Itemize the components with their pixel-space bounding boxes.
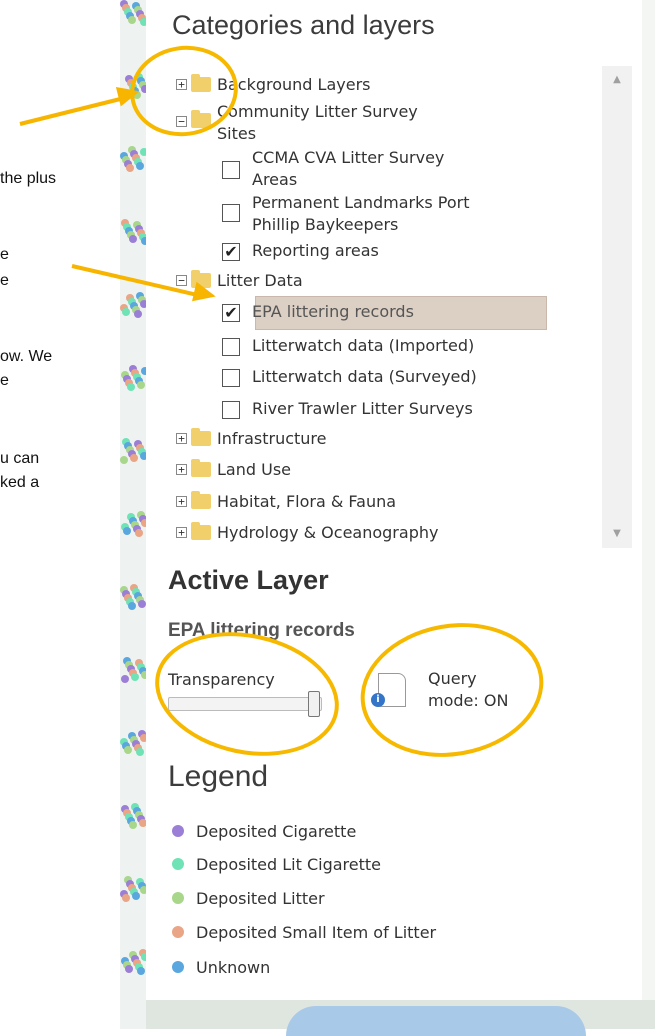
expand-plus-icon[interactable]: + <box>176 464 187 475</box>
expand-plus-icon[interactable]: + <box>176 433 187 444</box>
layer-label: Litterwatch data (Imported) <box>252 336 475 355</box>
water-body <box>286 1006 586 1036</box>
legend-heading: Legend <box>168 760 269 793</box>
map-canvas-left[interactable] <box>120 0 146 1029</box>
folder-icon <box>191 522 211 540</box>
tree-node-label: Hydrology & Oceanography <box>217 523 439 542</box>
map-point-marker <box>124 746 132 754</box>
instruction-text-fragment: the plus e e ow. We e u can ked a <box>0 0 122 1029</box>
tree-node-hydrology[interactable]: + Hydrology & Oceanography <box>176 522 438 544</box>
legend-label: Deposited Cigarette <box>196 821 357 841</box>
instruction-line: ked a <box>0 474 40 491</box>
tree-node-label: Infrastructure <box>217 429 327 448</box>
legend-item: Deposited Cigarette <box>172 819 356 843</box>
tree-node-habitat[interactable]: + Habitat, Flora & Fauna <box>176 491 396 513</box>
instruction-line: e <box>0 372 9 389</box>
map-point-marker <box>128 602 136 610</box>
layer-checkbox[interactable]: ✔ <box>222 243 240 261</box>
expand-plus-icon[interactable]: + <box>176 527 187 538</box>
scroll-down-arrow-icon[interactable]: ▼ <box>602 524 632 544</box>
map-point-marker <box>129 821 137 829</box>
expand-plus-icon[interactable]: + <box>176 496 187 507</box>
map-point-marker <box>122 894 130 902</box>
instruction-line: e <box>0 246 9 263</box>
layer-checkbox[interactable]: ✔ <box>222 304 240 322</box>
collapse-minus-icon[interactable]: − <box>176 275 187 286</box>
map-point-marker <box>135 529 143 537</box>
folder-icon <box>191 428 211 446</box>
layer-litterwatch-imported[interactable]: Litterwatch data (Imported) <box>222 335 474 357</box>
map-point-marker <box>126 164 134 172</box>
map-point-marker <box>120 456 128 464</box>
legend-label: Deposited Litter <box>196 888 325 908</box>
legend-swatch <box>172 858 184 870</box>
legend-item: Unknown <box>172 955 270 979</box>
tree-node-label: Litter Data <box>217 271 303 290</box>
layer-checkbox[interactable] <box>222 401 240 419</box>
instruction-line: ow. We <box>0 348 53 365</box>
map-canvas-bottom[interactable] <box>146 1000 655 1036</box>
tree-node-land-use[interactable]: + Land Use <box>176 459 291 481</box>
layer-checkbox[interactable] <box>222 338 240 356</box>
map-point-marker <box>136 162 144 170</box>
map-point-marker <box>128 16 136 24</box>
tree-node-label: Habitat, Flora & Fauna <box>217 492 397 511</box>
layer-label: EPA littering records <box>252 302 414 321</box>
legend-swatch <box>172 892 184 904</box>
map-point-marker <box>137 381 145 389</box>
map-point-marker <box>122 308 130 316</box>
legend-item: Deposited Litter <box>172 886 325 910</box>
tree-node-label: Land Use <box>217 460 291 479</box>
map-point-marker <box>131 673 139 681</box>
legend-swatch <box>172 825 184 837</box>
map-point-marker <box>129 235 137 243</box>
map-point-marker <box>127 383 135 391</box>
tree-node-label: Community Litter Survey Sites <box>217 102 418 143</box>
map-point-marker <box>123 527 131 535</box>
legend-item: Deposited Small Item of Litter <box>172 920 436 944</box>
layer-checkbox[interactable] <box>222 161 240 179</box>
tree-node-label: Background Layers <box>217 75 371 94</box>
active-layer-heading: Active Layer <box>168 565 329 595</box>
layer-label: CCMA CVA Litter Survey Areas <box>252 148 445 189</box>
instruction-line: the plus <box>0 170 57 187</box>
legend-item: Deposited Lit Cigarette <box>172 852 381 876</box>
layer-permanent-landmarks[interactable]: Permanent Landmarks Port Phillip Baykeep… <box>222 192 469 234</box>
folder-icon <box>191 459 211 477</box>
layer-river-trawler[interactable]: River Trawler Litter Surveys <box>222 398 473 420</box>
map-point-marker <box>134 310 142 318</box>
layer-ccma-cva[interactable]: CCMA CVA Litter Survey Areas <box>222 147 444 189</box>
layer-litterwatch-surveyed[interactable]: Litterwatch data (Surveyed) <box>222 366 477 388</box>
layer-reporting-areas[interactable]: ✔ Reporting areas <box>222 240 379 262</box>
map-point-marker <box>132 892 140 900</box>
folder-icon <box>191 491 211 509</box>
layer-checkbox[interactable] <box>222 369 240 387</box>
layer-checkbox[interactable] <box>222 204 240 222</box>
scroll-up-arrow-icon[interactable]: ▲ <box>602 70 632 90</box>
layer-label: River Trawler Litter Surveys <box>252 399 473 418</box>
legend-swatch <box>172 961 184 973</box>
map-point-marker <box>138 600 146 608</box>
tree-scrollbar[interactable]: ▲ ▼ <box>602 66 632 548</box>
tree-node-infrastructure[interactable]: + Infrastructure <box>176 428 326 450</box>
legend-label: Deposited Small Item of Litter <box>196 922 437 942</box>
map-point-marker <box>121 675 129 683</box>
map-point-marker <box>125 965 133 973</box>
layer-epa-littering[interactable]: ✔ EPA littering records <box>222 301 414 323</box>
legend-swatch <box>172 926 184 938</box>
legend-label: Unknown <box>196 957 271 977</box>
layer-label: Litterwatch data (Surveyed) <box>252 367 477 386</box>
instruction-line: u can <box>0 450 40 467</box>
map-point-marker <box>137 967 145 975</box>
categories-heading: Categories and layers <box>172 10 435 40</box>
map-point-marker <box>139 819 146 827</box>
layer-label: Permanent Landmarks Port Phillip Baykeep… <box>252 193 470 234</box>
map-point-marker <box>130 454 138 462</box>
map-point-marker <box>136 748 144 756</box>
legend-label: Deposited Lit Cigarette <box>196 854 382 874</box>
layer-label: Reporting areas <box>252 241 379 260</box>
